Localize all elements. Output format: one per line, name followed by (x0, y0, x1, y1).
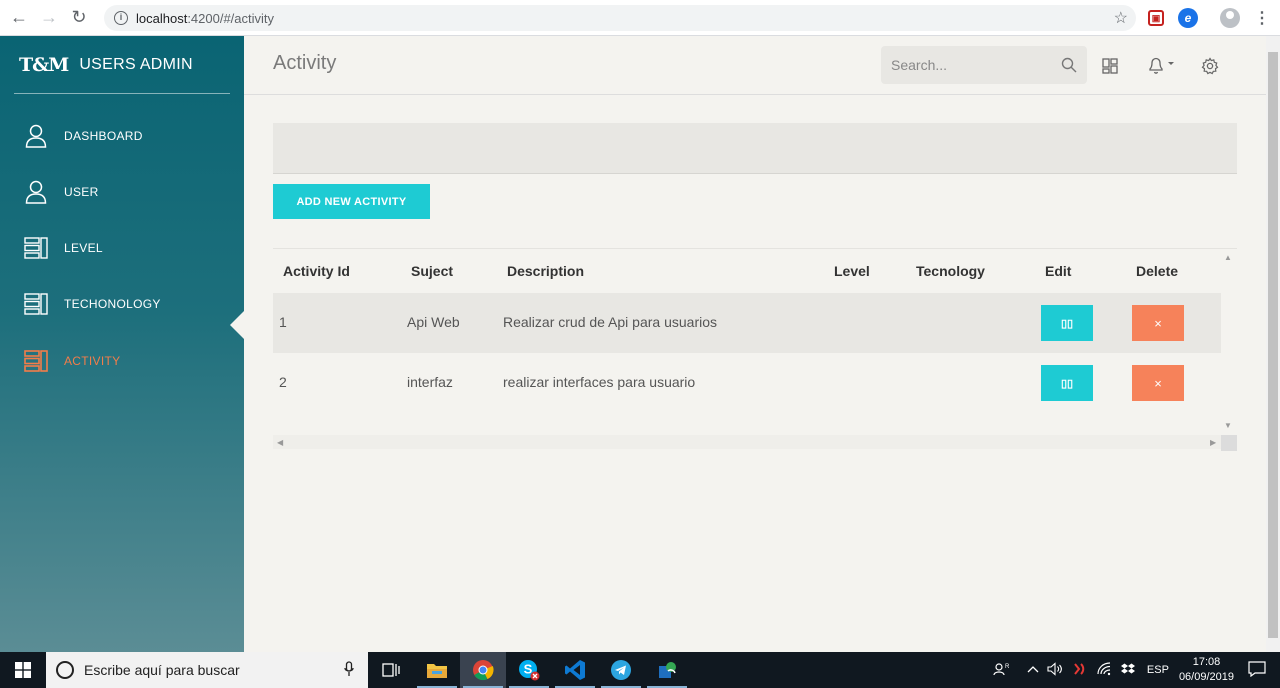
column-header-delete: Delete (1136, 263, 1179, 279)
table-row: 1 Api Web Realizar crud de Api para usua… (273, 293, 1221, 353)
scrollbar-corner (1221, 435, 1237, 451)
clock[interactable]: 17:08 06/09/2019 (1179, 655, 1234, 685)
search-icon[interactable] (1061, 57, 1077, 78)
brand-title: USERS ADMIN (79, 55, 193, 73)
sidebar: T&M USERS ADMIN DASHBOARD USER LEVEL TEC… (0, 36, 244, 652)
antivirus-icon[interactable] (1071, 661, 1087, 680)
column-header-edit: Edit (1045, 263, 1072, 279)
profile-avatar-icon[interactable] (1220, 8, 1240, 28)
search-input[interactable] (891, 57, 1051, 73)
system-tray: R ESP 17:08 06/09/2019 (993, 652, 1280, 688)
app-cloud-icon[interactable] (644, 652, 690, 688)
extension-browser-icon[interactable]: e (1178, 8, 1198, 28)
scroll-up-arrow-icon[interactable]: ▲ (1224, 253, 1232, 262)
sidebar-item-dashboard[interactable]: DASHBOARD (24, 121, 224, 151)
microphone-icon[interactable] (344, 660, 354, 680)
active-indicator (230, 311, 244, 339)
cell-description: realizar interfaces para usuario (503, 374, 696, 390)
svg-text:R: R (1005, 664, 1009, 670)
url-host: localhost (136, 10, 188, 26)
cell-subject: interfaz (407, 374, 453, 390)
user-icon (24, 124, 48, 148)
column-header-description: Description (507, 263, 585, 279)
dashboard-grid-icon[interactable] (1100, 56, 1120, 76)
people-icon[interactable]: R (993, 662, 1010, 679)
search-box[interactable] (881, 46, 1087, 84)
cortana-icon (56, 661, 74, 679)
windows-start-icon[interactable] (0, 652, 46, 688)
settings-gear-icon[interactable] (1200, 56, 1220, 76)
edit-button[interactable]: ▯▯ (1041, 365, 1093, 401)
language-indicator[interactable]: ESP (1147, 664, 1169, 676)
url-path: :4200/#/activity (187, 10, 275, 26)
telegram-icon[interactable] (598, 652, 644, 688)
sidebar-item-label: DASHBOARD (64, 129, 143, 143)
sidebar-item-label: LEVEL (64, 241, 103, 255)
brand-logo: T&M (19, 53, 69, 76)
cell-activity-id: 2 (279, 374, 287, 390)
task-view-icon[interactable] (368, 652, 414, 688)
top-navbar: Activity (244, 36, 1266, 95)
table-vertical-scrollbar[interactable]: ▲ ▼ (1221, 249, 1235, 435)
taskbar-search[interactable]: Escribe aquí para buscar (46, 652, 368, 688)
file-explorer-icon[interactable] (414, 652, 460, 688)
extension-shield-icon[interactable]: ▣ (1148, 10, 1164, 26)
sidebar-item-user[interactable]: USER (24, 177, 224, 207)
skype-icon[interactable]: S (506, 652, 552, 688)
reload-button[interactable]: ↻ (68, 7, 90, 29)
back-button[interactable]: ← (8, 7, 30, 29)
site-info-icon[interactable]: i (114, 11, 128, 25)
column-header-subject: Suject (411, 263, 454, 279)
sidebar-item-activity[interactable]: ACTIVITY (24, 346, 224, 376)
vscode-icon[interactable] (552, 652, 598, 688)
bars-icon (24, 236, 48, 260)
edit-button[interactable]: ▯▯ (1041, 305, 1093, 341)
volume-icon[interactable] (1047, 661, 1063, 679)
delete-button[interactable]: × (1132, 305, 1184, 341)
user-icon (24, 180, 48, 204)
page-vertical-scrollbar[interactable] (1266, 36, 1280, 652)
card-header (273, 123, 1237, 174)
taskbar-search-placeholder: Escribe aquí para buscar (84, 662, 240, 678)
dropbox-icon[interactable] (1120, 663, 1135, 678)
column-header-activity-id: Activity Id (283, 263, 350, 279)
scroll-down-arrow-icon[interactable]: ▼ (1224, 421, 1232, 430)
cell-subject: Api Web (407, 314, 460, 330)
bars-icon (24, 349, 48, 373)
sidebar-item-label: TECHONOLOGY (64, 297, 161, 311)
tray-chevron-up-icon[interactable] (1027, 664, 1039, 676)
clock-date: 06/09/2019 (1178, 671, 1234, 683)
bookmark-star-icon[interactable]: ☆ (1114, 8, 1128, 28)
sidebar-item-technology[interactable]: TECHONOLOGY (24, 289, 224, 319)
action-center-icon[interactable] (1248, 660, 1266, 680)
chrome-icon[interactable] (460, 652, 506, 688)
browser-menu-icon[interactable]: ⋮ (1252, 8, 1272, 28)
forward-button[interactable]: → (38, 7, 60, 29)
sidebar-brand[interactable]: T&M USERS ADMIN (14, 36, 230, 94)
add-new-activity-button[interactable]: ADD NEW ACTIVITY (273, 184, 430, 219)
column-header-level: Level (834, 263, 870, 279)
cell-description: Realizar crud de Api para usuarios (503, 314, 718, 330)
page-title: Activity (273, 52, 337, 74)
bars-icon (24, 292, 48, 316)
table-row: 2 interfaz realizar interfaces para usua… (273, 353, 1221, 413)
table-horizontal-scrollbar[interactable]: ◀ ▶ (273, 435, 1221, 449)
address-bar[interactable]: i localhost:4200/#/activity ☆ (104, 5, 1136, 31)
sidebar-item-label: ACTIVITY (64, 354, 121, 368)
wifi-icon[interactable] (1097, 661, 1113, 679)
clock-time: 17:08 (1192, 656, 1221, 668)
column-header-technology: Tecnology (916, 263, 985, 279)
browser-toolbar: ← → ↻ i localhost:4200/#/activity ☆ ▣ e … (0, 0, 1280, 36)
delete-button[interactable]: × (1132, 365, 1184, 401)
sidebar-item-label: USER (64, 185, 99, 199)
page-scrollbar-thumb[interactable] (1268, 52, 1278, 638)
notifications-bell-icon[interactable] (1145, 56, 1179, 76)
main-content: Activity ADD NEW ACTIVITY Activity Id Su… (244, 36, 1266, 652)
activity-table: Activity Id Suject Description Level Tec… (273, 248, 1237, 451)
sidebar-item-level[interactable]: LEVEL (24, 233, 224, 263)
scroll-right-arrow-icon[interactable]: ▶ (1210, 438, 1216, 447)
windows-taskbar: Escribe aquí para buscar S R ESP 17:08 0… (0, 652, 1280, 688)
cell-activity-id: 1 (279, 314, 287, 330)
scroll-left-arrow-icon[interactable]: ◀ (277, 438, 283, 447)
